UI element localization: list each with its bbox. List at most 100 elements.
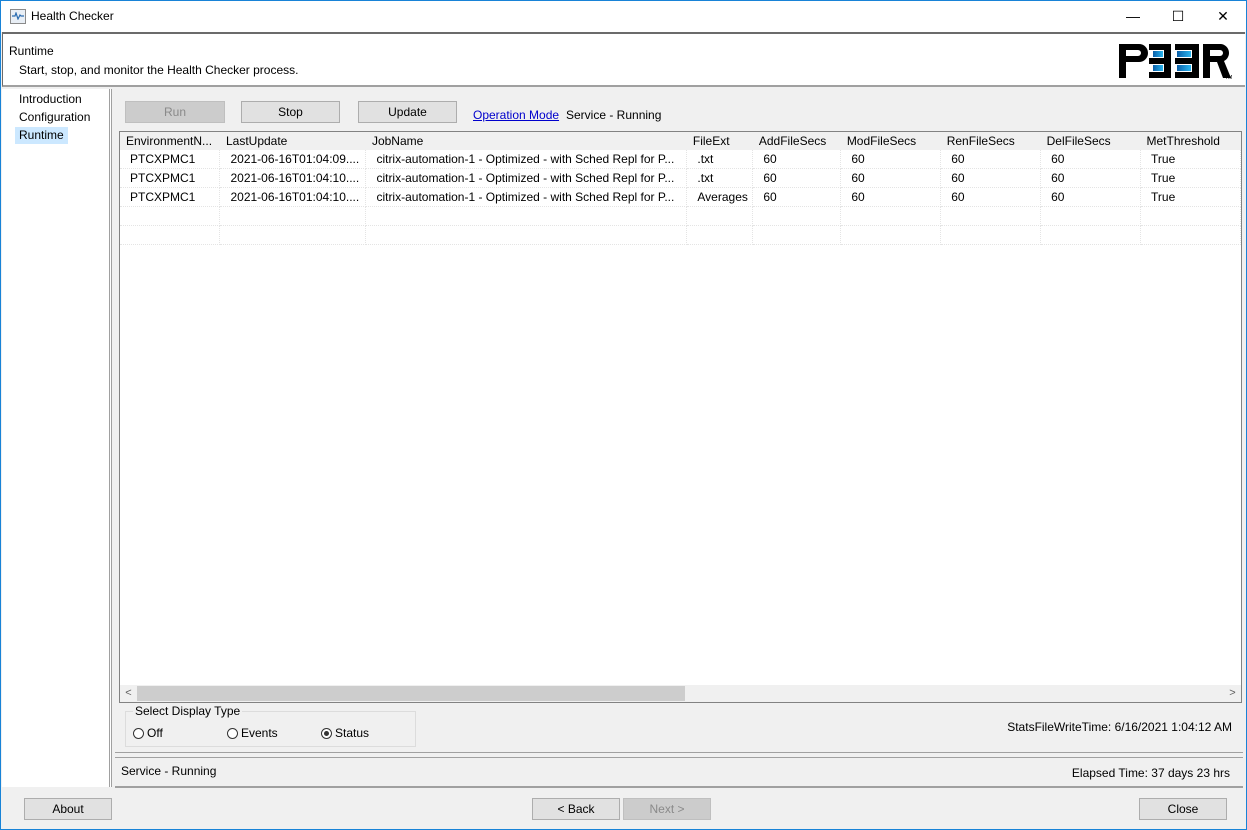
status-table: EnvironmentN... LastUpdate JobName FileExt A… bbox=[119, 131, 1242, 703]
column-header[interactable]: JobName bbox=[365, 132, 687, 150]
radio-off[interactable]: Off bbox=[133, 726, 163, 740]
radio-events-label: Events bbox=[241, 726, 278, 740]
column-header[interactable]: ModFileSecs bbox=[840, 132, 941, 150]
table-cell bbox=[752, 206, 842, 226]
logo-tm: TM bbox=[1225, 75, 1232, 80]
table-cell: 60 bbox=[752, 168, 842, 188]
column-header[interactable]: EnvironmentN... bbox=[120, 132, 220, 150]
table-cell: Averages bbox=[686, 187, 754, 207]
close-button[interactable]: Close bbox=[1139, 798, 1227, 820]
table-cell: 60 bbox=[840, 150, 942, 169]
service-status: Service - Running bbox=[121, 764, 217, 778]
radio-off-indicator[interactable] bbox=[133, 728, 144, 739]
table-cell: 60 bbox=[840, 168, 942, 188]
minimize-button[interactable]: — bbox=[1110, 1, 1156, 32]
elapsed-time: Elapsed Time: 37 days 23 hrs bbox=[1071, 766, 1230, 780]
display-type-label: Select Display Type bbox=[133, 704, 243, 718]
about-button[interactable]: About bbox=[24, 798, 112, 820]
table-cell: 60 bbox=[1040, 150, 1142, 169]
table-cell bbox=[1040, 225, 1142, 245]
table-row[interactable]: PTCXPMC1 2021-06-16T01:04:10.... citrix-au… bbox=[120, 168, 1241, 188]
sidebar: Introduction Configuration Runtime bbox=[2, 89, 112, 787]
scrollbar-thumb[interactable] bbox=[137, 686, 685, 701]
column-header[interactable]: LastUpdate bbox=[219, 132, 366, 150]
table-cell bbox=[1140, 225, 1241, 245]
table-cell: 2021-06-16T01:04:10.... bbox=[219, 168, 367, 188]
table-cell bbox=[365, 225, 688, 245]
table-cell: .txt bbox=[686, 168, 754, 188]
table-body: PTCXPMC1 2021-06-16T01:04:09.... citrix-au… bbox=[120, 150, 1241, 245]
scroll-right-icon[interactable]: > bbox=[1224, 685, 1241, 702]
table-cell: 60 bbox=[940, 150, 1042, 169]
sidebar-item-runtime[interactable]: Runtime bbox=[15, 127, 68, 144]
data-table: EnvironmentN... LastUpdate JobName FileExt A… bbox=[120, 132, 1241, 245]
sidebar-item-introduction[interactable]: Introduction bbox=[15, 91, 86, 108]
scroll-left-icon[interactable]: < bbox=[120, 685, 137, 702]
table-cell bbox=[1140, 206, 1241, 226]
page-subtitle: Start, stop, and monitor the Health Chec… bbox=[19, 63, 299, 77]
table-cell: True bbox=[1140, 168, 1241, 188]
page-header: Runtime Start, stop, and monitor the Hea… bbox=[2, 32, 1245, 87]
table-cell bbox=[120, 206, 221, 226]
table-cell: PTCXPMC1 bbox=[120, 187, 221, 207]
next-button[interactable]: Next > bbox=[623, 798, 711, 820]
table-cell: 60 bbox=[752, 187, 842, 207]
stats-file-write-time: StatsFileWriteTime: 6/16/2021 1:04:12 AM bbox=[1007, 720, 1232, 734]
table-header-row: EnvironmentN... LastUpdate JobName FileExt A… bbox=[120, 132, 1241, 150]
table-cell: .txt bbox=[686, 150, 754, 169]
empty-table-row bbox=[120, 225, 1241, 245]
runtime-panel: Run Stop Update Operation Mode Service -… bbox=[115, 91, 1245, 788]
table-row[interactable]: PTCXPMC1 2021-06-16T01:04:10.... citrix-au… bbox=[120, 187, 1241, 207]
table-cell: 60 bbox=[1040, 168, 1142, 188]
maximize-button[interactable]: ☐ bbox=[1155, 1, 1201, 32]
horizontal-scrollbar[interactable]: < > bbox=[120, 685, 1241, 702]
close-window-button[interactable]: ✕ bbox=[1200, 1, 1246, 32]
table-cell: 60 bbox=[1040, 187, 1142, 207]
table-cell bbox=[752, 225, 842, 245]
table-cell bbox=[940, 225, 1042, 245]
radio-status[interactable]: Status bbox=[321, 726, 369, 740]
column-header[interactable]: DelFileSecs bbox=[1040, 132, 1141, 150]
table-cell bbox=[120, 225, 221, 245]
table-cell: True bbox=[1140, 150, 1241, 169]
divider bbox=[115, 752, 1243, 753]
run-button[interactable]: Run bbox=[125, 101, 225, 123]
table-cell: citrix-automation-1 - Optimized - with S… bbox=[365, 187, 688, 207]
empty-table-row bbox=[120, 206, 1241, 226]
column-header[interactable]: MetThreshold bbox=[1140, 132, 1241, 150]
radio-events-indicator[interactable] bbox=[227, 728, 238, 739]
table-cell bbox=[840, 206, 942, 226]
table-cell: PTCXPMC1 bbox=[120, 150, 221, 169]
table-cell: PTCXPMC1 bbox=[120, 168, 221, 188]
table-cell bbox=[1040, 206, 1142, 226]
radio-status-indicator[interactable] bbox=[321, 728, 332, 739]
table-cell bbox=[686, 206, 754, 226]
operation-mode-value: Service - Running bbox=[566, 108, 662, 122]
back-button[interactable]: < Back bbox=[532, 798, 620, 820]
health-checker-window: Health Checker — ☐ ✕ Runtime Start, stop… bbox=[0, 0, 1247, 830]
column-header[interactable]: AddFileSecs bbox=[752, 132, 841, 150]
sidebar-item-configuration[interactable]: Configuration bbox=[15, 109, 94, 126]
table-cell bbox=[940, 206, 1042, 226]
page-title: Runtime bbox=[9, 44, 54, 58]
radio-status-label: Status bbox=[335, 726, 370, 740]
operation-mode-link[interactable]: Operation Mode bbox=[473, 108, 559, 122]
peer-logo: TM bbox=[1119, 44, 1232, 80]
table-cell bbox=[219, 206, 367, 226]
table-cell: 60 bbox=[940, 187, 1042, 207]
title-bar: Health Checker — ☐ ✕ bbox=[1, 1, 1246, 32]
table-row[interactable]: PTCXPMC1 2021-06-16T01:04:09.... citrix-au… bbox=[120, 150, 1241, 169]
app-heartbeat-icon bbox=[10, 9, 26, 24]
table-cell: 2021-06-16T01:04:09.... bbox=[219, 150, 367, 169]
column-header[interactable]: RenFileSecs bbox=[940, 132, 1041, 150]
table-cell: 60 bbox=[752, 150, 842, 169]
column-header[interactable]: FileExt bbox=[686, 132, 753, 150]
window-title: Health Checker bbox=[31, 9, 114, 23]
table-cell bbox=[840, 225, 942, 245]
radio-events[interactable]: Events bbox=[227, 726, 278, 740]
update-button[interactable]: Update bbox=[358, 101, 457, 123]
table-cell: True bbox=[1140, 187, 1241, 207]
stop-button[interactable]: Stop bbox=[241, 101, 340, 123]
table-cell: 60 bbox=[840, 187, 942, 207]
table-cell bbox=[686, 225, 754, 245]
